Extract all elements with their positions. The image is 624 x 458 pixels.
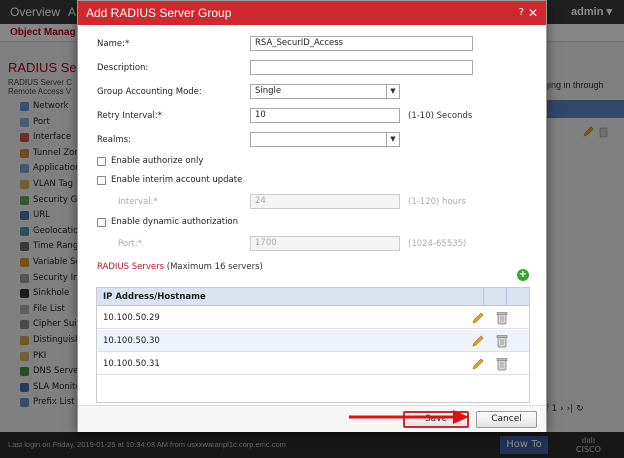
authorize-only-checkbox[interactable] <box>97 157 106 166</box>
port-input[interactable]: 1700 <box>250 236 400 251</box>
radius-servers-title-max: (Maximum 16 servers) <box>164 262 263 272</box>
trash-icon[interactable] <box>496 357 508 371</box>
description-input[interactable] <box>250 60 473 75</box>
retry-interval-input[interactable]: 10 <box>250 108 400 123</box>
radius-servers-title: RADIUS Servers (Maximum 16 servers) <box>97 262 263 272</box>
name-label: Name:* <box>97 39 130 49</box>
table-row: 10.100.50.31 <box>97 353 529 375</box>
server-ip: 10.100.50.30 <box>103 336 160 346</box>
column-ip-address-hostname: IP Address/Hostname <box>103 292 206 302</box>
pencil-icon[interactable] <box>471 334 485 348</box>
interval-hint: (1-120) hours <box>408 197 466 207</box>
server-ip: 10.100.50.29 <box>103 313 160 323</box>
retry-interval-label: Retry Interval:* <box>97 111 162 121</box>
interim-update-checkbox[interactable] <box>97 176 106 185</box>
table-row: 10.100.50.30 <box>97 330 529 352</box>
interim-update-label: Enable interim account update <box>111 175 243 185</box>
port-label: Port:* <box>118 239 142 249</box>
dynamic-authorization-label: Enable dynamic authorization <box>111 217 239 227</box>
trash-icon[interactable] <box>496 311 508 325</box>
accounting-mode-label: Group Accounting Mode: <box>97 87 202 97</box>
close-icon[interactable]: ✕ <box>528 6 538 20</box>
chevron-down-icon: ▼ <box>386 85 399 98</box>
radius-servers-table: IP Address/Hostname 10.100.50.29 10.100.… <box>96 287 530 403</box>
realms-label: Realms: <box>97 135 131 145</box>
interval-label: Interval:* <box>118 197 158 207</box>
dialog-header: Add RADIUS Server Group ? ✕ <box>78 1 546 25</box>
port-hint: (1024-65535) <box>408 239 467 249</box>
add-radius-server-group-dialog: Add RADIUS Server Group ? ✕ Name:* RSA_S… <box>77 0 547 432</box>
radius-servers-title-red: RADIUS Servers <box>97 262 165 272</box>
accounting-mode-value: Single <box>255 86 282 96</box>
chevron-down-icon: ▼ <box>386 133 399 146</box>
trash-icon[interactable] <box>496 334 508 348</box>
pencil-icon[interactable] <box>471 311 485 325</box>
retry-interval-hint: (1-10) Seconds <box>408 111 473 121</box>
accounting-mode-select[interactable]: Single ▼ <box>250 84 400 99</box>
dynamic-authorization-checkbox[interactable] <box>97 218 106 227</box>
add-server-icon[interactable]: + <box>517 269 529 281</box>
description-label: Description: <box>97 63 149 73</box>
annotation-arrow-icon <box>349 410 469 424</box>
table-header: IP Address/Hostname <box>97 288 529 306</box>
cancel-button[interactable]: Cancel <box>476 411 537 428</box>
dialog-title: Add RADIUS Server Group <box>86 6 232 20</box>
server-ip: 10.100.50.31 <box>103 359 160 369</box>
name-input[interactable]: RSA_SecurID_Access <box>250 36 473 51</box>
column-separator <box>483 288 484 306</box>
help-icon[interactable]: ? <box>519 7 524 18</box>
authorize-only-label: Enable authorize only <box>111 156 204 166</box>
pencil-icon[interactable] <box>471 357 485 371</box>
interval-input[interactable]: 24 <box>250 194 400 209</box>
column-separator <box>506 288 507 306</box>
dialog-footer: Save Cancel <box>78 405 546 432</box>
realms-select[interactable]: ▼ <box>250 132 400 147</box>
table-row: 10.100.50.29 <box>97 307 529 329</box>
